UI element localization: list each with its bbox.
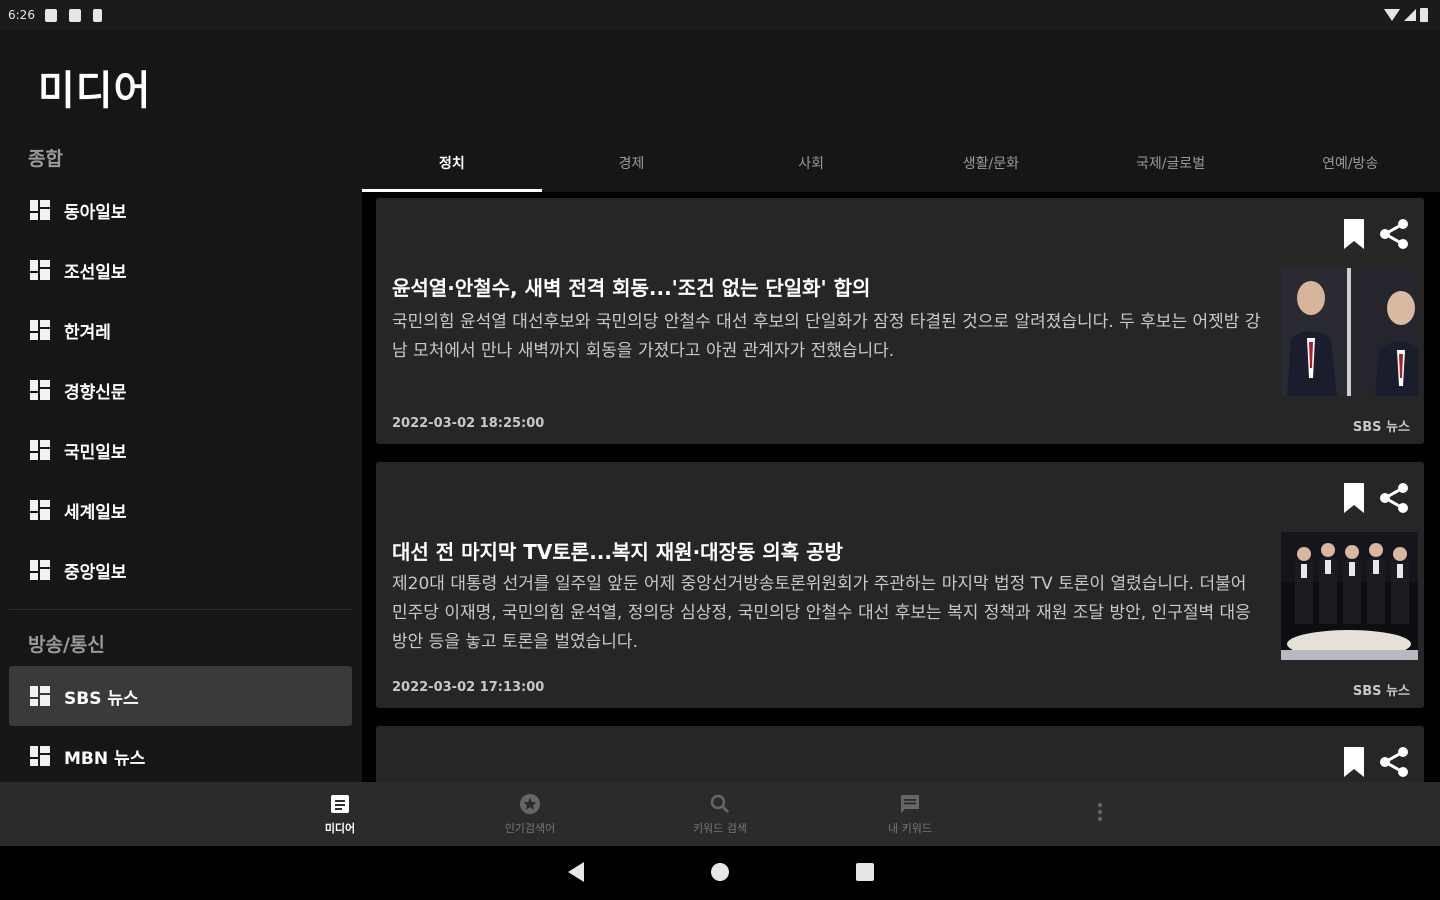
- sidebar-item-label: 한겨레: [64, 322, 111, 343]
- sidebar-divider: [9, 609, 352, 610]
- sidebar-item-label: 동아일보: [64, 202, 127, 223]
- tab-society[interactable]: 사회: [721, 134, 901, 192]
- sidebar-item-label: 국민일보: [64, 442, 127, 463]
- tab-entertainment[interactable]: 연예/방송: [1260, 134, 1440, 192]
- bottom-nav-label: 인기검색어: [504, 822, 556, 835]
- signal-icon: [1404, 9, 1416, 21]
- bottom-navigation: 미디어 인기검색어 키워드 검색 내 키워드: [0, 782, 1440, 846]
- home-icon[interactable]: [710, 860, 730, 884]
- section-label-general: 종합: [28, 148, 63, 170]
- status-time: 6:26: [8, 8, 35, 22]
- sidebar-item-label: MBN 뉴스: [64, 748, 146, 769]
- sidebar-item-label: 경향신문: [64, 382, 127, 403]
- tab-politics[interactable]: 정치: [362, 134, 542, 192]
- dashboard-icon: [30, 686, 50, 706]
- dashboard-icon: [30, 746, 50, 766]
- bottom-nav-my-keywords[interactable]: 내 키워드: [850, 782, 970, 846]
- article-source: SBS 뉴스: [1352, 684, 1410, 699]
- dashboard-icon: [30, 320, 50, 340]
- sidebar-item-khan[interactable]: 경향신문: [9, 360, 352, 420]
- tab-international[interactable]: 국제/글로벌: [1081, 134, 1261, 192]
- article-card[interactable]: 대선 전 마지막 TV토론...복지 재원·대장동 의혹 공방 제20대 대통령…: [376, 462, 1424, 708]
- article-date: 2022-03-02 17:13:00: [392, 680, 545, 695]
- card-actions: [1342, 218, 1410, 250]
- battery-icon: [1420, 8, 1428, 22]
- star-icon: [520, 794, 540, 814]
- dashboard-icon: [30, 260, 50, 280]
- chat-icon: [901, 795, 919, 813]
- notification-icon: [44, 8, 57, 22]
- tab-life-culture[interactable]: 생활/문화: [901, 134, 1081, 192]
- bottom-nav-keyword-search[interactable]: 키워드 검색: [660, 782, 780, 846]
- page-title: 미디어: [38, 68, 152, 114]
- article-thumbnail[interactable]: [1281, 268, 1418, 396]
- bottom-nav-label: 미디어: [324, 822, 356, 835]
- sidebar-item-donga[interactable]: 동아일보: [9, 180, 352, 240]
- bottom-nav-label: 내 키워드: [888, 822, 932, 835]
- bookmark-icon[interactable]: [1342, 219, 1366, 249]
- share-icon[interactable]: [1378, 746, 1410, 778]
- sidebar-item-sbs[interactable]: SBS 뉴스: [9, 666, 352, 726]
- bottom-nav-trending[interactable]: 인기검색어: [470, 782, 590, 846]
- sidebar-item-label: 조선일보: [64, 262, 127, 283]
- article-summary: 국민의힘 윤석열 대선후보와 국민의당 안철수 대선 후보의 단일화가 잠정 타…: [392, 312, 1261, 361]
- category-tabs: 정치 경제 사회 생활/문화 국제/글로벌 연예/방송: [362, 134, 1440, 192]
- sidebar: 종합 동아일보 조선일보 한겨레 경향신문 국민일보 세계일보 중앙일보 방송/…: [0, 130, 362, 782]
- storage-icon: [92, 8, 102, 22]
- bookmark-icon[interactable]: [1342, 747, 1366, 777]
- share-icon[interactable]: [1378, 218, 1410, 250]
- article-card[interactable]: 윤석열·안철수, 새벽 전격 회동...'조건 없는 단일화' 합의 국민의힘 …: [376, 198, 1424, 444]
- dashboard-icon: [30, 560, 50, 580]
- dashboard-icon: [30, 440, 50, 460]
- article-title[interactable]: 윤석열·안철수, 새벽 전격 회동...'조건 없는 단일화' 합의: [392, 272, 1262, 301]
- share-icon[interactable]: [1378, 482, 1410, 514]
- system-navigation-bar: [0, 846, 1440, 900]
- sidebar-item-label: 중앙일보: [64, 562, 127, 583]
- status-bar: 6:26: [0, 0, 1440, 30]
- sidebar-item-kmib[interactable]: 국민일보: [9, 420, 352, 480]
- bookmark-icon[interactable]: [1342, 483, 1366, 513]
- card-actions: [1342, 482, 1410, 514]
- sidebar-item-mbn[interactable]: MBN 뉴스: [9, 726, 352, 786]
- article-source: SBS 뉴스: [1352, 420, 1410, 435]
- app-window: 미디어 종합 동아일보 조선일보 한겨레 경향신문 국민일보 세계일보 중앙일보…: [0, 30, 1440, 806]
- bottom-nav-media[interactable]: 미디어: [280, 782, 400, 846]
- article-pane: 정치 경제 사회 생활/문화 국제/글로벌 연예/방송 윤석열·안철수, 새벽 …: [362, 134, 1440, 806]
- dashboard-icon: [30, 500, 50, 520]
- dashboard-icon: [30, 200, 50, 220]
- more-vert-icon: [1098, 803, 1102, 821]
- sidebar-item-joongang[interactable]: 중앙일보: [9, 540, 352, 600]
- article-thumbnail[interactable]: [1281, 532, 1418, 660]
- article-icon: [331, 795, 349, 813]
- sidebar-item-segye[interactable]: 세계일보: [9, 480, 352, 540]
- sim-icon: [68, 8, 81, 22]
- article-title[interactable]: 대선 전 마지막 TV토론...복지 재원·대장동 의혹 공방: [392, 536, 1262, 565]
- sidebar-item-chosun[interactable]: 조선일보: [9, 240, 352, 300]
- back-icon[interactable]: [566, 860, 586, 884]
- article-date: 2022-03-02 18:25:00: [392, 416, 545, 431]
- tab-economy[interactable]: 경제: [542, 134, 722, 192]
- card-actions: [1342, 746, 1410, 778]
- sidebar-item-hani[interactable]: 한겨레: [9, 300, 352, 360]
- bottom-nav-more[interactable]: [1040, 782, 1160, 846]
- search-icon: [710, 794, 729, 813]
- section-label-broadcast: 방송/통신: [28, 634, 105, 656]
- dashboard-icon: [30, 380, 50, 400]
- article-summary: 제20대 대통령 선거를 일주일 앞둔 어제 중앙선거방송토론위원회가 주관하는…: [392, 574, 1251, 652]
- recents-icon[interactable]: [855, 860, 875, 884]
- bottom-nav-label: 키워드 검색: [692, 822, 748, 835]
- sidebar-item-label: 세계일보: [64, 502, 127, 523]
- sidebar-item-label: SBS 뉴스: [64, 688, 139, 709]
- wifi-icon: [1384, 9, 1400, 21]
